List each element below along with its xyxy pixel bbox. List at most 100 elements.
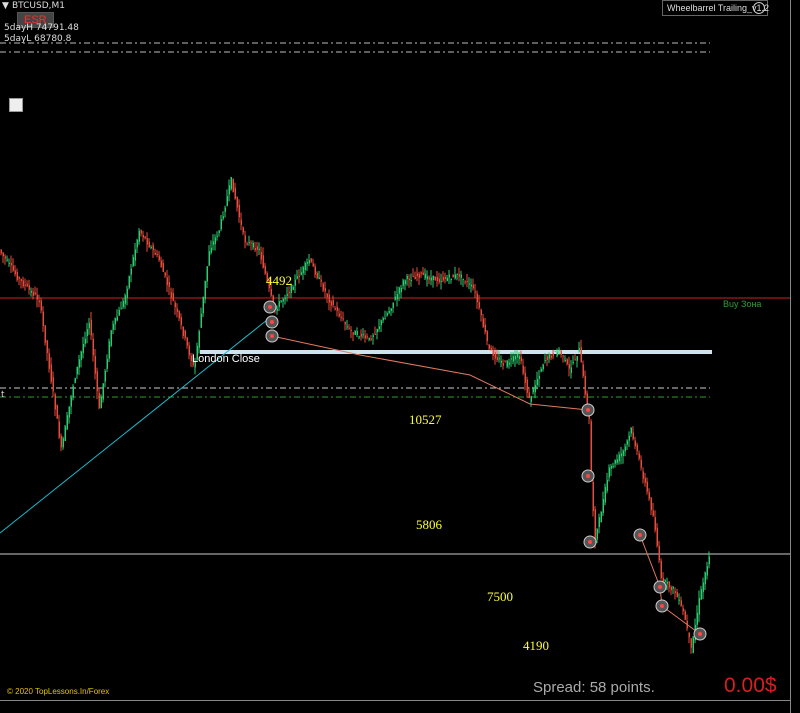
- candle-body: [14, 270, 16, 275]
- candle-body: [80, 351, 82, 361]
- candle-body: [10, 263, 12, 266]
- trade-marker-dot: [270, 320, 274, 324]
- candle-body: [48, 353, 50, 369]
- annotation-label: 4190: [523, 638, 549, 653]
- candle-body: [358, 336, 360, 338]
- candle-body: [660, 560, 662, 578]
- day-low-label: 5dayL 68780.8: [4, 34, 72, 44]
- trade-marker-dot: [586, 408, 590, 412]
- candle-body: [116, 316, 118, 321]
- time-scale[interactable]: [0, 700, 790, 713]
- spread-label: Spread: 58 points.: [533, 679, 655, 696]
- candle-body: [98, 392, 100, 408]
- candle-body: [106, 359, 108, 369]
- candle-body: [12, 265, 14, 271]
- candle-body: [286, 294, 288, 296]
- candle-body: [342, 318, 344, 320]
- candle-body: [520, 356, 522, 362]
- candle-body: [224, 207, 226, 212]
- candle-body: [184, 330, 186, 338]
- candle-body: [604, 487, 606, 503]
- candle-body: [496, 357, 498, 360]
- candle-body: [486, 331, 488, 342]
- candle-body: [506, 360, 508, 367]
- candle-body: [530, 396, 532, 402]
- candle-body: [432, 275, 434, 281]
- candle-body: [64, 426, 66, 441]
- candle-body: [252, 243, 254, 248]
- candle-body: [124, 295, 126, 304]
- left-level-marker: t: [1, 390, 5, 400]
- candle-body: [314, 266, 316, 275]
- candle-body: [226, 196, 228, 206]
- symbol-dropdown-icon[interactable]: ▼: [2, 1, 9, 11]
- candle-body: [484, 324, 486, 333]
- candle-body: [336, 306, 338, 311]
- candle-body: [332, 300, 334, 306]
- candle-body: [210, 247, 212, 253]
- candle-body: [616, 459, 618, 463]
- candle-body: [646, 481, 648, 492]
- candle-body: [130, 268, 132, 275]
- candle-body: [526, 379, 528, 393]
- candle-body: [296, 276, 298, 279]
- candle-body: [136, 239, 138, 248]
- candle-body: [328, 294, 330, 303]
- checkbox-icon[interactable]: [9, 98, 23, 112]
- candle-body: [34, 292, 36, 295]
- price-chart[interactable]: [0, 0, 800, 713]
- candle-body: [72, 386, 74, 398]
- candle-body: [576, 356, 578, 361]
- candle-body: [650, 497, 652, 511]
- candle-body: [282, 298, 284, 302]
- candle-body: [362, 334, 364, 336]
- candle-body: [434, 276, 436, 281]
- trade-lines: [0, 315, 701, 635]
- candle-body: [346, 326, 348, 328]
- candle-body: [92, 338, 94, 356]
- candle-body: [546, 356, 548, 360]
- candle-body: [172, 293, 174, 301]
- candle-body: [454, 274, 456, 279]
- candle-body: [202, 296, 204, 314]
- candle-body: [258, 248, 260, 250]
- candle-body: [442, 277, 444, 281]
- candle-body: [256, 246, 258, 250]
- candle-body: [54, 394, 56, 410]
- candle-body: [88, 322, 90, 329]
- candle-body: [284, 297, 286, 300]
- candle-body: [570, 367, 572, 373]
- candle-body: [474, 291, 476, 293]
- price-scale[interactable]: [790, 0, 800, 713]
- candle-body: [462, 278, 464, 280]
- candle-body: [380, 320, 382, 326]
- annotation-label: 4492: [266, 273, 292, 288]
- candle-body: [82, 343, 84, 353]
- expert-advisor-label[interactable]: Wheelbarrel Trailing_v1.2: [662, 0, 769, 16]
- candle-body: [630, 427, 632, 434]
- candle-body: [516, 353, 518, 358]
- candle-body: [166, 277, 168, 286]
- profit-label: 0.00$: [724, 674, 777, 697]
- candle-body: [414, 276, 416, 279]
- candle-body: [614, 460, 616, 464]
- candle-body: [188, 345, 190, 356]
- candle-body: [176, 308, 178, 312]
- candle-body: [76, 366, 78, 375]
- candle-body: [402, 280, 404, 286]
- candle-body: [308, 260, 310, 264]
- candle-body: [408, 278, 410, 281]
- chart-window[interactable]: ▼ BTCUSD,M1 ESR 5dayH 74791.48 5dayL 687…: [0, 0, 800, 713]
- candle-body: [600, 511, 602, 523]
- candle-body: [668, 581, 670, 588]
- candle-body: [706, 566, 708, 576]
- candle-body: [180, 317, 182, 326]
- candle-body: [368, 337, 370, 340]
- candle-body: [574, 359, 576, 361]
- candle-body: [16, 272, 18, 280]
- candle-body: [244, 235, 246, 243]
- candle-body: [482, 318, 484, 328]
- candle-body: [394, 296, 396, 300]
- candle-body: [400, 287, 402, 293]
- candle-body: [608, 467, 610, 478]
